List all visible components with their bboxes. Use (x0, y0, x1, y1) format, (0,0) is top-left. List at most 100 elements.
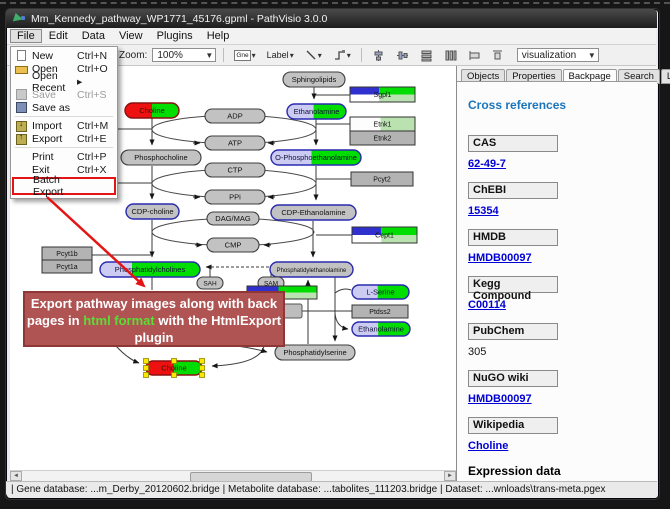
selection-handle[interactable] (200, 366, 205, 371)
tab-legend[interactable]: Legend (661, 69, 670, 84)
xref-link-c00114[interactable]: C00114 (468, 299, 657, 311)
node-phosphatidylethanolamine[interactable]: Phosphatidylethanolamine (270, 262, 353, 277)
node-choline[interactable]: Choline (125, 103, 180, 118)
selection-handle[interactable] (144, 373, 149, 378)
align-top-icon (492, 49, 503, 61)
xref-link-62-49-7[interactable]: 62-49-7 (468, 158, 657, 170)
node-sah[interactable]: SAH (197, 277, 223, 289)
scroll-right-icon[interactable]: ► (444, 471, 456, 481)
xref-source-cas: CAS (468, 135, 558, 152)
node-cmp[interactable]: CMP (207, 238, 259, 252)
node-ethanolamine[interactable]: Ethanolamine (352, 322, 411, 336)
file-menu-item-batch-export[interactable]: Batch Export (12, 177, 116, 195)
selection-handle[interactable] (172, 359, 177, 364)
horizontal-scrollbar[interactable]: ◄ ► (10, 470, 456, 481)
node-sphingolipids[interactable]: Sphingolipids (283, 72, 345, 87)
file-menu-item-print[interactable]: PrintCtrl+P (12, 150, 116, 163)
node-sgpl1[interactable]: Sgpl1 (350, 87, 415, 102)
node-pcyt1a[interactable]: Pcyt1a (42, 260, 92, 273)
selection-handle[interactable] (200, 373, 205, 378)
node-cdp-ethanolamine[interactable]: CDP-Ethanolamine (271, 205, 356, 220)
stack-vertical-button[interactable] (417, 47, 436, 64)
toolbar-separator (223, 48, 224, 62)
menu-data[interactable]: Data (75, 29, 112, 43)
node-label: PPi (229, 192, 241, 201)
node-label: CTP (228, 165, 243, 174)
node-adp[interactable]: ADP (205, 109, 265, 123)
toolbar-separator (361, 48, 362, 62)
align-left-button[interactable] (465, 48, 484, 63)
node-cept1[interactable]: Cept1 (352, 227, 417, 243)
chevron-down-icon[interactable]: ▼ (201, 51, 213, 60)
selection-handle[interactable] (172, 373, 177, 378)
line-tool-button[interactable]: ▾ (302, 47, 325, 63)
node-ptdss2[interactable]: Ptdss2 (352, 305, 408, 318)
node-atp[interactable]: ATP (205, 136, 265, 150)
open-icon (15, 63, 28, 74)
connector-tool-button[interactable]: ▾ (330, 47, 354, 63)
node-pcyt2[interactable]: Pcyt2 (351, 172, 413, 186)
node-o-phosphoethanolamine[interactable]: O-Phosphoethanolamine (271, 150, 362, 165)
file-menu-item-export[interactable]: ExportCtrl+E (12, 132, 116, 145)
new-icon (15, 50, 28, 61)
selection-handle[interactable] (144, 366, 149, 371)
visualization-combobox[interactable]: visualization ▼ (517, 48, 599, 62)
menu-view[interactable]: View (112, 29, 150, 43)
align-center-horizontal-button[interactable] (369, 47, 388, 64)
node-label: Pcyt1a (56, 264, 78, 271)
menu-help[interactable]: Help (200, 29, 237, 43)
selection-handle[interactable] (144, 359, 149, 364)
chevron-down-icon[interactable]: ▼ (584, 51, 596, 60)
stack-horizontal-button[interactable] (441, 47, 460, 64)
connector-tool-icon (333, 49, 346, 61)
menu-edit[interactable]: Edit (42, 29, 75, 43)
node-ethanolamine[interactable]: Ethanolamine (287, 104, 347, 119)
node-choline[interactable]: Choline (144, 359, 205, 378)
title-bar: Mm_Kennedy_pathway_WP1771_45176.gpml - P… (6, 9, 657, 28)
xref-source-nugo-wiki: NuGO wiki (468, 370, 558, 387)
zoom-combobox[interactable]: 100% ▼ (152, 48, 216, 62)
node-l-serine[interactable]: L-Serine (352, 285, 410, 299)
node-phosphatidylcholines[interactable]: Phosphatidylcholines (100, 262, 201, 277)
node-etnk2[interactable]: Etnk2 (350, 131, 415, 145)
chevron-down-icon[interactable]: ▾ (318, 51, 322, 60)
align-top-button[interactable] (489, 47, 506, 63)
screenshot-root: { "window": { "title": "Mm_Kennedy_pathw… (0, 0, 670, 509)
node-phosphatidylserine[interactable]: Phosphatidylserine (275, 345, 355, 360)
node-label: O-Phosphoethanolamine (275, 153, 357, 162)
node-label: CMP (225, 240, 242, 249)
file-menu-item-open-recent[interactable]: Open Recent▸ (12, 75, 116, 88)
menu-file[interactable]: File (10, 29, 42, 43)
xref-link-hmdb00097[interactable]: HMDB00097 (468, 252, 657, 264)
node-phosphocholine[interactable]: Phosphocholine (121, 150, 201, 165)
chevron-down-icon[interactable]: ▾ (252, 51, 256, 60)
annotation-text: with the HtmlExport plugin (135, 313, 282, 345)
node-anchor[interactable] (283, 304, 302, 318)
xref-link-15354[interactable]: 15354 (468, 205, 657, 217)
node-ctp[interactable]: CTP (205, 163, 265, 177)
file-menu-item-save[interactable]: SaveCtrl+S (12, 88, 116, 101)
datanode-tool-button[interactable]: Gne ▾ (231, 48, 258, 63)
node-dag-mag[interactable]: DAG/MAG (207, 212, 259, 225)
node-pcyt1b[interactable]: Pcyt1b (42, 247, 92, 260)
node-cdp-choline[interactable]: CDP-choline (126, 204, 179, 219)
xref-link-choline[interactable]: Choline (468, 440, 657, 452)
xref-value-305: 305 (468, 346, 657, 358)
file-menu-item-import[interactable]: ImportCtrl+M (12, 119, 116, 132)
file-menu-item-new[interactable]: NewCtrl+N (12, 49, 116, 62)
label-tool-button[interactable]: Label ▾ (264, 48, 297, 62)
chevron-down-icon[interactable]: ▾ (347, 51, 351, 60)
xref-link-hmdb00097[interactable]: HMDB00097 (468, 393, 657, 405)
node-label: SAH (203, 280, 217, 287)
file-menu-item-save-as[interactable]: Save as (12, 101, 116, 114)
node-label: ATP (228, 138, 242, 147)
scroll-left-icon[interactable]: ◄ (10, 471, 22, 481)
node-ppi[interactable]: PPi (205, 190, 265, 204)
no-icon (15, 76, 28, 87)
menu-plugins[interactable]: Plugins (150, 29, 200, 43)
node-etnk1[interactable]: Etnk1 (350, 117, 415, 131)
node-label: Phosphatidylethanolamine (277, 268, 347, 274)
chevron-down-icon[interactable]: ▾ (290, 51, 294, 60)
align-center-vertical-button[interactable] (393, 47, 412, 64)
selection-handle[interactable] (200, 359, 205, 364)
